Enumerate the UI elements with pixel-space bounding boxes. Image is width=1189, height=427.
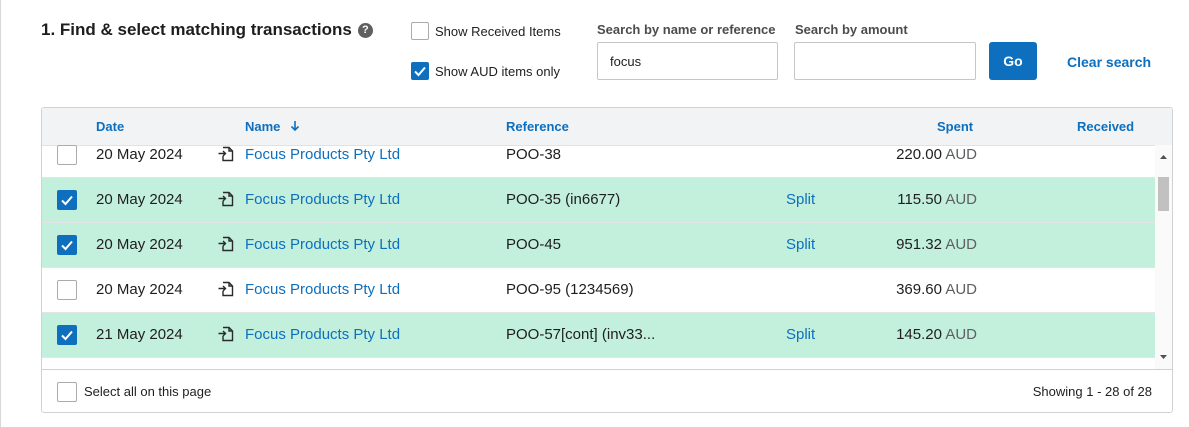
row-spent: 951.32 AUD (896, 236, 977, 253)
row-reference: POO-95 (1234569) (506, 281, 634, 298)
transaction-document-icon (217, 190, 235, 208)
page-edge (0, 0, 1, 427)
show-received-items-checkbox[interactable] (411, 22, 429, 40)
column-reference[interactable]: Reference (506, 119, 569, 134)
row-name-link[interactable]: Focus Products Pty Ltd (245, 281, 400, 298)
search-amount-label: Search by amount (795, 22, 908, 37)
show-received-items-label: Show Received Items (435, 23, 561, 39)
row-name-link[interactable]: Focus Products Pty Ltd (245, 146, 400, 163)
row-reference: POO-57[cont] (inv33... (506, 326, 656, 343)
row-spent-amount: 951.32 (896, 236, 942, 253)
table-scrollbar[interactable] (1155, 145, 1172, 369)
help-circle-icon[interactable]: ? (357, 22, 373, 38)
row-name-link[interactable]: Focus Products Pty Ltd (245, 191, 400, 208)
row-split-link[interactable]: Split (786, 326, 815, 343)
scrollbar-thumb[interactable] (1158, 177, 1169, 211)
row-date: 20 May 2024 (96, 236, 183, 253)
row-name-link[interactable]: Focus Products Pty Ltd (245, 236, 400, 253)
show-aud-items-checkbox[interactable] (411, 62, 429, 80)
row-spent-amount: 220.00 (896, 146, 942, 163)
row-reference: POO-45 (506, 236, 562, 253)
transaction-document-icon (217, 325, 235, 343)
column-received[interactable]: Received (1077, 119, 1134, 134)
search-name-input[interactable] (597, 42, 778, 80)
row-spent-amount: 145.20 (896, 326, 942, 343)
pagination-status: Showing 1 - 28 of 28 (1032, 384, 1152, 399)
clear-search-link[interactable]: Clear search (1067, 54, 1151, 70)
row-split-link[interactable]: Split (786, 236, 815, 253)
row-spent-currency: AUD (945, 326, 977, 343)
row-name-link[interactable]: Focus Products Pty Ltd (245, 326, 400, 343)
row-checkbox[interactable] (57, 325, 77, 345)
row-spent-amount: 115.50 (897, 191, 942, 208)
table-header: Date Name Reference Spent Received (42, 108, 1172, 146)
go-button[interactable]: Go (989, 42, 1037, 80)
arrow-down-icon (290, 121, 300, 132)
row-date: 20 May 2024 (96, 281, 183, 298)
scroll-down-icon[interactable] (1155, 351, 1172, 363)
row-split-link[interactable]: Split (786, 191, 815, 208)
search-name-label: Search by name or reference (597, 22, 776, 37)
show-aud-items-option[interactable]: Show AUD items only (411, 62, 560, 80)
row-spent: 220.00 AUD (896, 146, 977, 163)
table-footer: Select all on this page Showing 1 - 28 o… (42, 369, 1172, 412)
section-title: 1. Find & select matching transactions ? (41, 20, 373, 40)
row-spent: 369.60 AUD (896, 281, 977, 298)
row-spent-currency: AUD (945, 191, 977, 208)
transaction-document-icon (217, 235, 235, 253)
table-row[interactable]: 20 May 2024 Focus Products Pty Ltd POO-38 2… (42, 145, 1155, 178)
column-spent[interactable]: Spent (937, 119, 973, 134)
column-date[interactable]: Date (96, 119, 124, 134)
transactions-panel: Date Name Reference Spent Received 20 Ma… (41, 107, 1173, 413)
scroll-up-icon[interactable] (1155, 151, 1172, 163)
table-row[interactable]: 20 May 2024 Focus Products Pty Ltd POO-95 … (42, 268, 1155, 313)
column-name[interactable]: Name (245, 119, 300, 134)
transaction-document-icon (217, 280, 235, 298)
row-date: 20 May 2024 (96, 146, 183, 163)
row-reference: POO-38 (506, 146, 562, 163)
row-spent-currency: AUD (945, 146, 977, 163)
row-checkbox[interactable] (57, 145, 77, 165)
select-all-checkbox[interactable] (57, 382, 77, 402)
row-spent-currency: AUD (945, 236, 977, 253)
select-all-label: Select all on this page (84, 384, 212, 399)
row-spent: 145.20 AUD (896, 326, 977, 343)
search-amount-input[interactable] (794, 42, 976, 80)
show-received-items-option[interactable]: Show Received Items (411, 22, 561, 40)
row-checkbox[interactable] (57, 190, 77, 210)
table-row[interactable]: 21 May 2024 Focus Products Pty Ltd POO-57[… (42, 313, 1155, 358)
table-row[interactable]: 20 May 2024 Focus Products Pty Ltd POO-35 … (42, 178, 1155, 223)
row-spent-currency: AUD (945, 281, 977, 298)
table-row[interactable]: 20 May 2024 Focus Products Pty Ltd POO-45 S… (42, 223, 1155, 268)
row-spent: 115.50 AUD (897, 191, 977, 208)
column-name-label: Name (245, 119, 281, 134)
row-reference: POO-35 (in6677) (506, 191, 621, 208)
section-title-text: 1. Find & select matching transactions (41, 20, 352, 39)
transaction-document-icon (217, 145, 235, 163)
row-date: 21 May 2024 (96, 326, 183, 343)
row-date: 20 May 2024 (96, 191, 183, 208)
show-aud-items-label: Show AUD items only (435, 63, 560, 79)
row-checkbox[interactable] (57, 280, 77, 300)
row-spent-amount: 369.60 (896, 281, 942, 298)
transaction-rows: 20 May 2024 Focus Products Pty Ltd POO-38 2… (42, 145, 1155, 369)
row-checkbox[interactable] (57, 235, 77, 255)
